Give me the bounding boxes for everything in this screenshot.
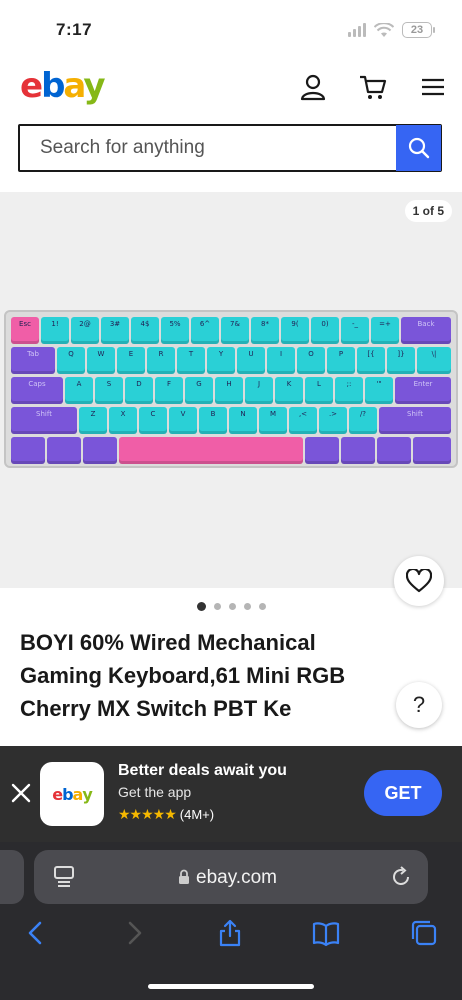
heart-icon — [406, 569, 432, 593]
home-indicator[interactable] — [148, 984, 314, 989]
search-icon — [408, 137, 429, 159]
banner-subtitle: Get the app — [118, 784, 192, 800]
cellular-signal-icon — [348, 23, 366, 37]
account-icon[interactable] — [298, 72, 328, 102]
cart-icon[interactable] — [358, 72, 388, 102]
image-counter: 1 of 5 — [404, 200, 452, 222]
banner-rating: ★★★★★ (4M+) — [118, 806, 214, 823]
rating-stars: ★★★★★ — [118, 806, 177, 822]
ebay-logo[interactable]: ebay — [20, 66, 106, 106]
bookmarks-icon[interactable] — [312, 918, 340, 948]
rating-count: (4M+) — [179, 807, 215, 822]
page-menu-icon[interactable] — [54, 866, 74, 888]
battery-icon: 23 — [402, 22, 435, 38]
status-time: 7:17 — [56, 20, 93, 39]
previous-tab-preview[interactable] — [0, 850, 24, 904]
watchlist-heart-button[interactable] — [394, 556, 444, 606]
product-title: BOYI 60% Wired Mechanical Gaming Keyboar… — [20, 630, 346, 721]
tabs-icon[interactable] — [410, 918, 438, 948]
product-image: Esc 1! 2@ 3# 4$ 5% 6^ 7& 8* 9( 0) -_ =+ … — [4, 310, 458, 468]
pagination-dot[interactable] — [258, 603, 266, 610]
reload-icon[interactable] — [390, 866, 412, 888]
pagination-dot[interactable] — [213, 603, 221, 610]
pagination-dot[interactable] — [243, 603, 251, 610]
product-image-gallery[interactable]: 1 of 5 Esc 1! 2@ 3# 4$ 5% 6^ 7& 8* 9( 0)… — [0, 192, 462, 588]
forward-icon[interactable] — [120, 918, 148, 948]
wifi-icon — [374, 22, 394, 37]
url-text[interactable]: ebay.com — [196, 867, 277, 889]
search-input[interactable] — [20, 126, 396, 170]
gallery-pagination — [0, 602, 462, 611]
search-bar — [18, 124, 442, 172]
share-icon[interactable] — [216, 918, 244, 948]
pagination-dot[interactable] — [196, 602, 206, 611]
status-bar: 7:17 23 — [0, 0, 462, 56]
status-indicators: 23 — [348, 22, 435, 38]
lock-icon — [179, 869, 189, 884]
close-icon[interactable] — [10, 782, 32, 804]
get-app-button[interactable]: GET — [364, 770, 442, 816]
help-button[interactable]: ? — [396, 682, 442, 728]
search-button[interactable] — [396, 125, 441, 171]
menu-icon[interactable] — [418, 72, 448, 102]
ebay-app-icon: ebay — [40, 762, 104, 826]
banner-title: Better deals await you — [118, 762, 287, 779]
back-icon[interactable] — [22, 918, 50, 948]
pagination-dot[interactable] — [228, 603, 236, 610]
